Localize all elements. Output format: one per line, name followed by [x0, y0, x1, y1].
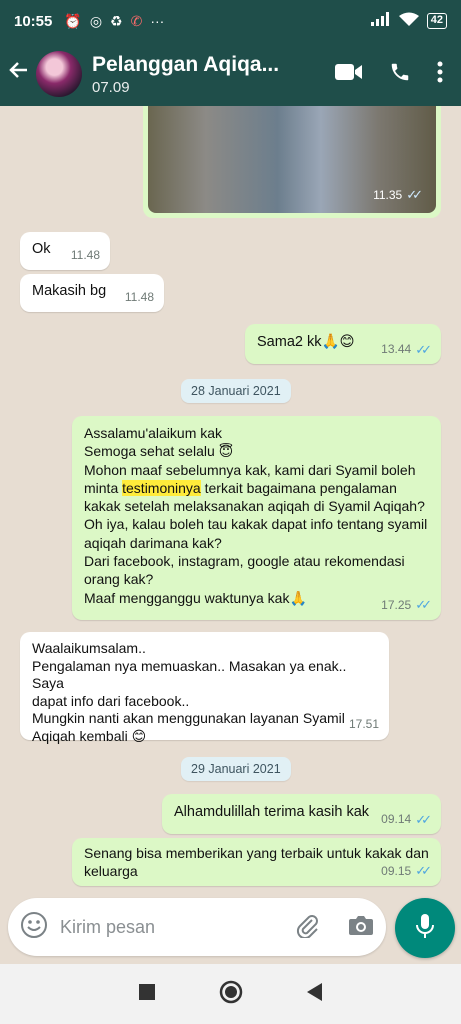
highlighted-word: testimoninya: [122, 479, 201, 496]
video-call-icon[interactable]: [335, 62, 363, 87]
paperclip-icon[interactable]: [294, 912, 320, 943]
status-notification-icons: ⏰ ◎ ♻ ✆ ···: [64, 13, 164, 30]
message-text: Sama2 kk🙏😊: [257, 334, 355, 350]
date-label: 28 Januari 2021: [191, 384, 281, 398]
message-line: Mungkin nanti akan menggunakan layanan S…: [32, 710, 345, 727]
message-bubble[interactable]: Alhamdulillah terima kasih kak 09.14 ✓✓: [162, 794, 441, 834]
message-line: Maaf mengganggu waktunya kak🙏: [84, 589, 307, 606]
message-line: Semoga sehat selalu 😇: [84, 443, 234, 460]
message-line: Dari facebook, instagram, google atau re…: [84, 553, 405, 570]
recents-square-icon[interactable]: [138, 983, 155, 1005]
read-ticks-icon: ✓✓: [406, 187, 423, 202]
microphone-icon: [414, 912, 436, 945]
chat-header: Pelanggan Aqiqa... 07.09: [0, 42, 461, 106]
last-seen: 07.09: [92, 78, 130, 96]
back-triangle-icon[interactable]: [306, 982, 323, 1006]
message-time: 13.44: [381, 341, 412, 356]
chat-area[interactable]: 11.35 ✓✓ Ok 11.48 Makasih bg 11.48 Sama2 …: [0, 106, 461, 964]
message-input[interactable]: [60, 916, 294, 938]
message-line: keluarga: [84, 863, 138, 879]
message-composer: [8, 898, 386, 956]
message-line: Mohon maaf sebelumnya kak, kami dari Sya…: [84, 461, 416, 478]
read-ticks-icon: ✓✓: [415, 863, 432, 878]
instagram-icon: ◎: [89, 12, 103, 29]
read-ticks-icon: ✓✓: [415, 341, 432, 357]
read-ticks-icon: ✓✓: [415, 596, 432, 612]
message-line: minta testimoninya terkait bagaimana pen…: [84, 479, 429, 497]
wifi-icon: [398, 12, 419, 31]
status-bar: 10:55 ⏰ ◎ ♻ ✆ ··· 42: [0, 0, 461, 42]
date-divider: 28 Januari 2021: [181, 379, 291, 403]
message-text: Makasih bg: [32, 283, 107, 299]
message-time: 17.51: [348, 717, 379, 732]
message-text: Ok: [32, 241, 51, 257]
message-bubble[interactable]: Senang bisa memberikan yang terbaik untu…: [72, 838, 441, 886]
avatar[interactable]: [36, 51, 82, 97]
message-time: 17.25: [381, 597, 412, 612]
message-line: Senang bisa memberikan yang terbaik untu…: [84, 845, 429, 861]
message-time: 11.48: [70, 247, 100, 262]
status-time: 10:55: [14, 12, 53, 30]
line-suffix: terkait bagaimana pengalaman: [200, 479, 397, 496]
message-line: Oh iya, kalau boleh tau kakak dapat info…: [84, 516, 428, 533]
camera-icon[interactable]: [348, 914, 374, 941]
contact-name: Pelanggan Aqiqa...: [92, 52, 280, 76]
message-line: Assalamu'alaikum kak: [84, 425, 223, 441]
message-line: dapat info dari facebook..: [32, 692, 190, 709]
message-bubble[interactable]: Waalaikumsalam.. Pengalaman nya memuaska…: [20, 632, 389, 744]
more-notifications-icon: ···: [150, 13, 165, 29]
message-line: orang kak?: [84, 571, 154, 588]
back-arrow-icon[interactable]: [0, 60, 36, 89]
system-navigation-bar: [0, 964, 461, 1024]
message-bubble[interactable]: Sama2 kk🙏😊 13.44 ✓✓: [245, 324, 441, 364]
message-bubble[interactable]: Ok 11.48: [20, 232, 110, 270]
phone-icon[interactable]: [389, 61, 411, 88]
message-line: Aqiqah kembali 😊: [32, 727, 147, 744]
contact-info[interactable]: Pelanggan Aqiqa... 07.09: [92, 53, 319, 96]
image-message[interactable]: 11.35 ✓✓: [143, 106, 441, 218]
read-ticks-icon: ✓✓: [415, 811, 432, 827]
date-divider: 29 Januari 2021: [181, 757, 291, 781]
message-text: Assalamu'alaikum kak Semoga sehat selalu…: [84, 424, 429, 607]
message-line: aqiqah darimana kak?: [84, 534, 222, 551]
message-line: Pengalaman nya memuaskan.. Masakan ya en…: [32, 657, 347, 692]
recycle-icon: ♻: [110, 12, 123, 29]
more-vertical-icon[interactable]: [437, 61, 443, 88]
blurred-photo[interactable]: 11.35 ✓✓: [148, 106, 436, 213]
message-text: Alhamdulillah terima kasih kak: [174, 804, 370, 820]
date-label: 29 Januari 2021: [191, 762, 281, 776]
message-line: kakak setelah melaksanakan aqiqah di Sya…: [84, 498, 425, 515]
signal-icon: [370, 12, 391, 30]
home-circle-icon[interactable]: [219, 980, 243, 1009]
message-line: Waalaikumsalam..: [32, 640, 146, 656]
battery-icon: 42: [426, 13, 447, 29]
emoji-icon[interactable]: [20, 911, 48, 944]
message-time: 09.14: [381, 811, 412, 826]
message-time: 11.35: [373, 188, 403, 202]
microphone-button[interactable]: [395, 898, 455, 958]
alarm-icon: ⏰: [64, 12, 82, 29]
message-bubble[interactable]: Makasih bg 11.48: [20, 274, 164, 312]
message-time: 11.48: [124, 289, 154, 304]
message-time: 09.15: [381, 864, 412, 878]
missed-call-icon: ✆: [130, 12, 143, 29]
line-prefix: minta: [84, 479, 123, 496]
message-bubble[interactable]: Assalamu'alaikum kak Semoga sehat selalu…: [72, 416, 441, 620]
